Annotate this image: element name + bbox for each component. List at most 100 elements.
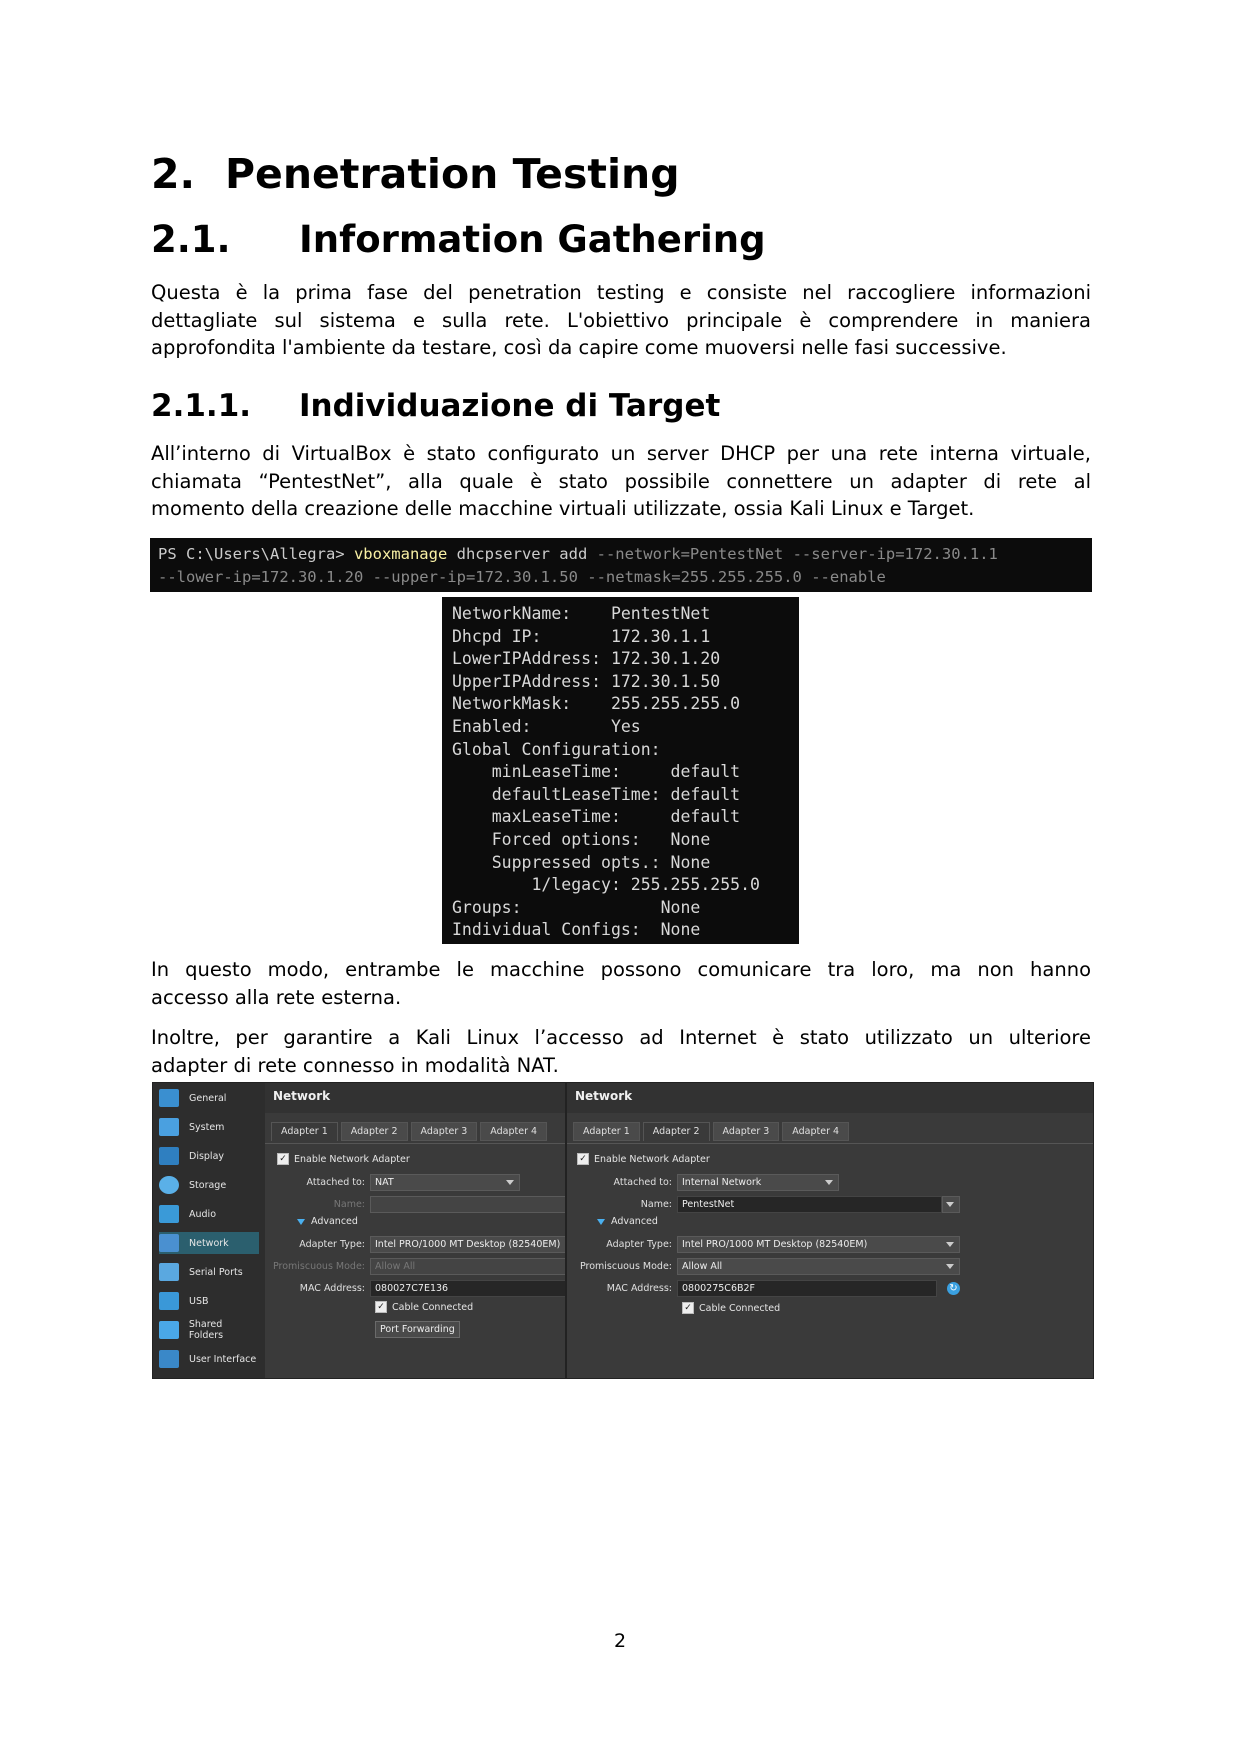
heading-1: 2. Penetration Testing — [151, 150, 680, 198]
cable-connected-label: Cable Connected — [699, 1302, 781, 1314]
tab-adapter-2[interactable]: Adapter 2 — [340, 1122, 408, 1141]
enable-adapter-checkbox[interactable]: ✓ — [277, 1153, 289, 1165]
name-label: Name: — [640, 1199, 672, 1210]
mac-address-label: MAC Address: — [606, 1283, 672, 1294]
name-row: Name: PentestNet — [567, 1196, 960, 1213]
attached-to-row: Attached to: Internal Network — [567, 1174, 839, 1191]
sidebar-item-label: Audio — [189, 1208, 217, 1220]
terminal-output-line: Individual Configs: None — [452, 920, 701, 940]
adapter-type-select[interactable]: Intel PRO/1000 MT Desktop (82540EM) — [677, 1236, 960, 1253]
terminal-output-line: Global Configuration: — [452, 739, 661, 759]
attached-to-label: Attached to: — [613, 1177, 672, 1188]
terminal-output-line: defaultLeaseTime: default — [452, 784, 741, 804]
tab-adapter-1[interactable]: Adapter 1 — [271, 1122, 338, 1141]
sidebar-item-shared-folders[interactable]: Shared Folders — [159, 1319, 259, 1341]
terminal-output: NetworkName: PentestNet Dhcpd IP: 172.30… — [442, 597, 799, 944]
paragraph-dhcp: All’interno di VirtualBox è stato config… — [151, 440, 1091, 523]
chevron-down-icon — [506, 1180, 514, 1185]
adapter-tabs: Adapter 1 Adapter 2 Adapter 3 Adapter 4 — [271, 1122, 550, 1141]
triangle-down-icon — [597, 1218, 605, 1225]
settings-sidebar: General System Display Storage Audio Net… — [153, 1083, 265, 1378]
terminal-output-line: Forced options: None — [452, 829, 711, 849]
promiscuous-mode-label: Promiscuous Mode: — [579, 1261, 672, 1272]
chevron-down-icon — [946, 1264, 954, 1269]
paragraph-nat: Inoltre, per garantire a Kali Linux l’ac… — [151, 1024, 1091, 1079]
sidebar-item-network[interactable]: Network — [159, 1232, 259, 1254]
terminal-output-line: LowerIPAddress: 172.30.1.20 — [452, 649, 721, 669]
attached-to-row: Attached to: NAT — [265, 1174, 520, 1191]
sidebar-item-display[interactable]: Display — [159, 1145, 259, 1167]
paragraph-nat-line1: Inoltre, per garantire a Kali Linux l’ac… — [151, 1026, 1091, 1049]
adapter-type-label: Adapter Type: — [606, 1239, 672, 1250]
terminal-command-name: vboxmanage — [353, 545, 448, 563]
terminal-output-line: Enabled: Yes — [452, 716, 641, 736]
sidebar-item-label: Network — [189, 1237, 229, 1249]
advanced-toggle[interactable]: Advanced — [297, 1216, 358, 1227]
paragraph-dhcp-line1: All’interno di VirtualBox è stato config… — [151, 442, 1091, 493]
tab-adapter-1[interactable]: Adapter 1 — [573, 1122, 640, 1141]
promiscuous-mode-row: Promiscuous Mode: Allow All — [567, 1258, 960, 1275]
sidebar-item-storage[interactable]: Storage — [159, 1174, 259, 1196]
sidebar-item-audio[interactable]: Audio — [159, 1203, 259, 1225]
terminal-output-line: Suppressed opts.: None — [452, 852, 711, 872]
terminal-output-line: NetworkName: PentestNet — [452, 604, 711, 623]
sidebar-item-serial-ports[interactable]: Serial Ports — [159, 1261, 259, 1283]
heading-3: 2.1.1. Individuazione di Target — [151, 388, 720, 424]
port-forwarding-button[interactable]: Port Forwarding — [375, 1321, 460, 1338]
promiscuous-mode-select[interactable]: Allow All — [677, 1258, 960, 1275]
terminal-command-args: dhcpserver add — [447, 545, 597, 563]
mac-address-input[interactable]: 0800275C6B2F — [677, 1280, 937, 1297]
enable-adapter-row[interactable]: ✓ Enable Network Adapter — [577, 1153, 710, 1165]
sidebar-item-label: System — [189, 1121, 225, 1133]
enable-adapter-checkbox[interactable]: ✓ — [577, 1153, 589, 1165]
tab-adapter-3[interactable]: Adapter 3 — [410, 1122, 478, 1141]
name-input[interactable]: PentestNet — [677, 1196, 942, 1213]
sidebar-item-label: USB — [189, 1295, 209, 1307]
serial-ports-icon — [159, 1263, 179, 1281]
heading-2-number: 2.1. — [151, 218, 231, 261]
name-label: Name: — [333, 1199, 365, 1210]
tab-adapter-2[interactable]: Adapter 2 — [642, 1122, 710, 1141]
triangle-down-icon — [297, 1218, 305, 1225]
sidebar-item-user-interface[interactable]: User Interface — [159, 1348, 259, 1370]
sidebar-item-label: General — [189, 1092, 227, 1104]
paragraph-intro-line2: approfondita l'ambiente da testare, così… — [151, 336, 1007, 359]
sidebar-item-label: User Interface — [189, 1353, 257, 1365]
terminal-command-options-2: --lower-ip=172.30.1.20 --upper-ip=172.30… — [158, 568, 886, 586]
tab-adapter-3[interactable]: Adapter 3 — [712, 1122, 780, 1141]
cable-connected-row[interactable]: ✓ Cable Connected — [682, 1302, 780, 1314]
heading-1-number: 2. — [151, 150, 196, 198]
attached-to-select[interactable]: NAT — [370, 1174, 520, 1191]
heading-2: 2.1. Information Gathering — [151, 218, 766, 261]
storage-icon — [159, 1176, 179, 1194]
paragraph-intro: Questa è la prima fase del penetration t… — [151, 279, 1091, 362]
enable-adapter-label: Enable Network Adapter — [294, 1153, 410, 1165]
enable-adapter-row[interactable]: ✓ Enable Network Adapter — [277, 1153, 410, 1165]
panel-title: Network — [273, 1089, 331, 1103]
cable-connected-row[interactable]: ✓ Cable Connected — [375, 1301, 473, 1313]
terminal-output-line: UpperIPAddress: 172.30.1.50 — [452, 671, 721, 691]
advanced-toggle[interactable]: Advanced — [597, 1216, 658, 1227]
heading-2-text: Information Gathering — [299, 218, 766, 261]
advanced-label: Advanced — [311, 1216, 358, 1227]
cable-connected-checkbox[interactable]: ✓ — [682, 1302, 694, 1314]
attached-to-select[interactable]: Internal Network — [677, 1174, 839, 1191]
tab-adapter-4[interactable]: Adapter 4 — [480, 1122, 548, 1141]
paragraph-dhcp-line2: momento della creazione delle macchine v… — [151, 497, 975, 520]
paragraph-intro-line1: Questa è la prima fase del penetration t… — [151, 281, 1091, 332]
refresh-mac-icon[interactable]: ↻ — [947, 1282, 960, 1295]
cable-connected-label: Cable Connected — [392, 1301, 474, 1313]
usb-icon — [159, 1292, 179, 1310]
cable-connected-checkbox[interactable]: ✓ — [375, 1301, 387, 1313]
sidebar-item-general[interactable]: General — [159, 1087, 259, 1109]
tab-adapter-4[interactable]: Adapter 4 — [782, 1122, 850, 1141]
sidebar-item-system[interactable]: System — [159, 1116, 259, 1138]
heading-1-text: Penetration Testing — [225, 150, 680, 198]
paragraph-isolation-line2: accesso alla rete esterna. — [151, 985, 402, 1009]
network-panel-right: Network Adapter 1 Adapter 2 Adapter 3 Ad… — [567, 1083, 1093, 1378]
sidebar-item-usb[interactable]: USB — [159, 1290, 259, 1312]
name-dropdown[interactable] — [942, 1196, 960, 1213]
terminal-command: PS C:\Users\Allegra> vboxmanage dhcpserv… — [150, 538, 1092, 592]
user-interface-icon — [159, 1350, 179, 1368]
chevron-down-icon — [825, 1180, 833, 1185]
